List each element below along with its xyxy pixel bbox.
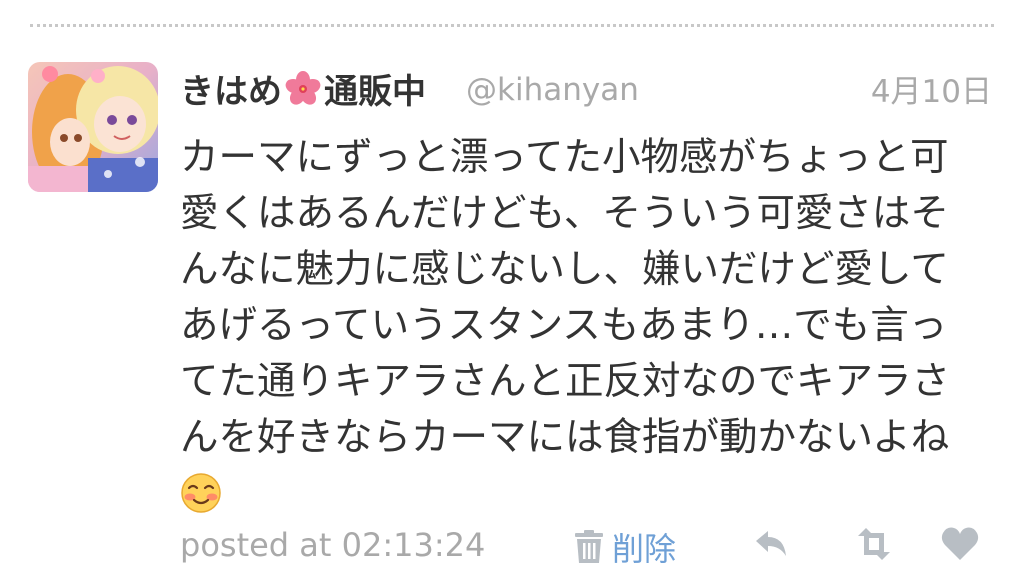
tweet-text-line: カーマにずっと漂ってた小物感がちょっと可 <box>180 135 949 180</box>
delete-button[interactable]: 削除 <box>572 524 676 570</box>
top-divider <box>30 24 994 27</box>
favorite-button[interactable] <box>940 526 980 562</box>
smiling-blushing-face-icon <box>181 473 221 513</box>
tweet-text-line: あげるっていうスタンスもあまり…でも言っ <box>180 303 948 348</box>
tweet-text-line: んなに魅力に感じないし、嫌いだけど愛して <box>180 247 949 292</box>
reply-icon <box>756 531 786 556</box>
trash-icon <box>575 530 603 563</box>
reply-button[interactable] <box>752 526 792 562</box>
tweet-footer: posted at 02:13:24 削除 <box>180 520 1000 570</box>
avatar-image <box>28 62 158 192</box>
tweet-text-line: てた通りキアラさんと正反対なのでキアラさ <box>180 359 951 404</box>
hibiscus-icon <box>284 70 322 108</box>
posted-at-timestamp: posted at 02:13:24 <box>180 526 486 564</box>
username[interactable]: @kihanyan <box>466 72 639 108</box>
heart-icon <box>941 527 979 560</box>
display-name-suffix: 通販中 <box>324 72 426 112</box>
tweet-header: きはめ 通販中 @kihanyan 4月10日 <box>180 60 992 116</box>
avatar[interactable] <box>28 62 158 192</box>
display-name[interactable]: きはめ 通販中 <box>180 64 426 113</box>
delete-label: 削除 <box>612 530 677 568</box>
tweet-date[interactable]: 4月10日 <box>871 66 992 111</box>
tweet-text: カーマにずっと漂ってた小物感がちょっと可 愛くはあるんだけども、そういう可愛さは… <box>180 130 1010 528</box>
retweet-icon <box>858 528 890 560</box>
tweet-text-line: んを好きならカーマには食指が動かないよね <box>180 415 950 460</box>
display-name-prefix: きはめ <box>180 72 282 112</box>
tweet-text-line: 愛くはあるんだけども、そういう可愛さはそ <box>180 191 949 236</box>
retweet-button[interactable] <box>852 526 892 562</box>
emoji-line <box>180 466 1010 528</box>
